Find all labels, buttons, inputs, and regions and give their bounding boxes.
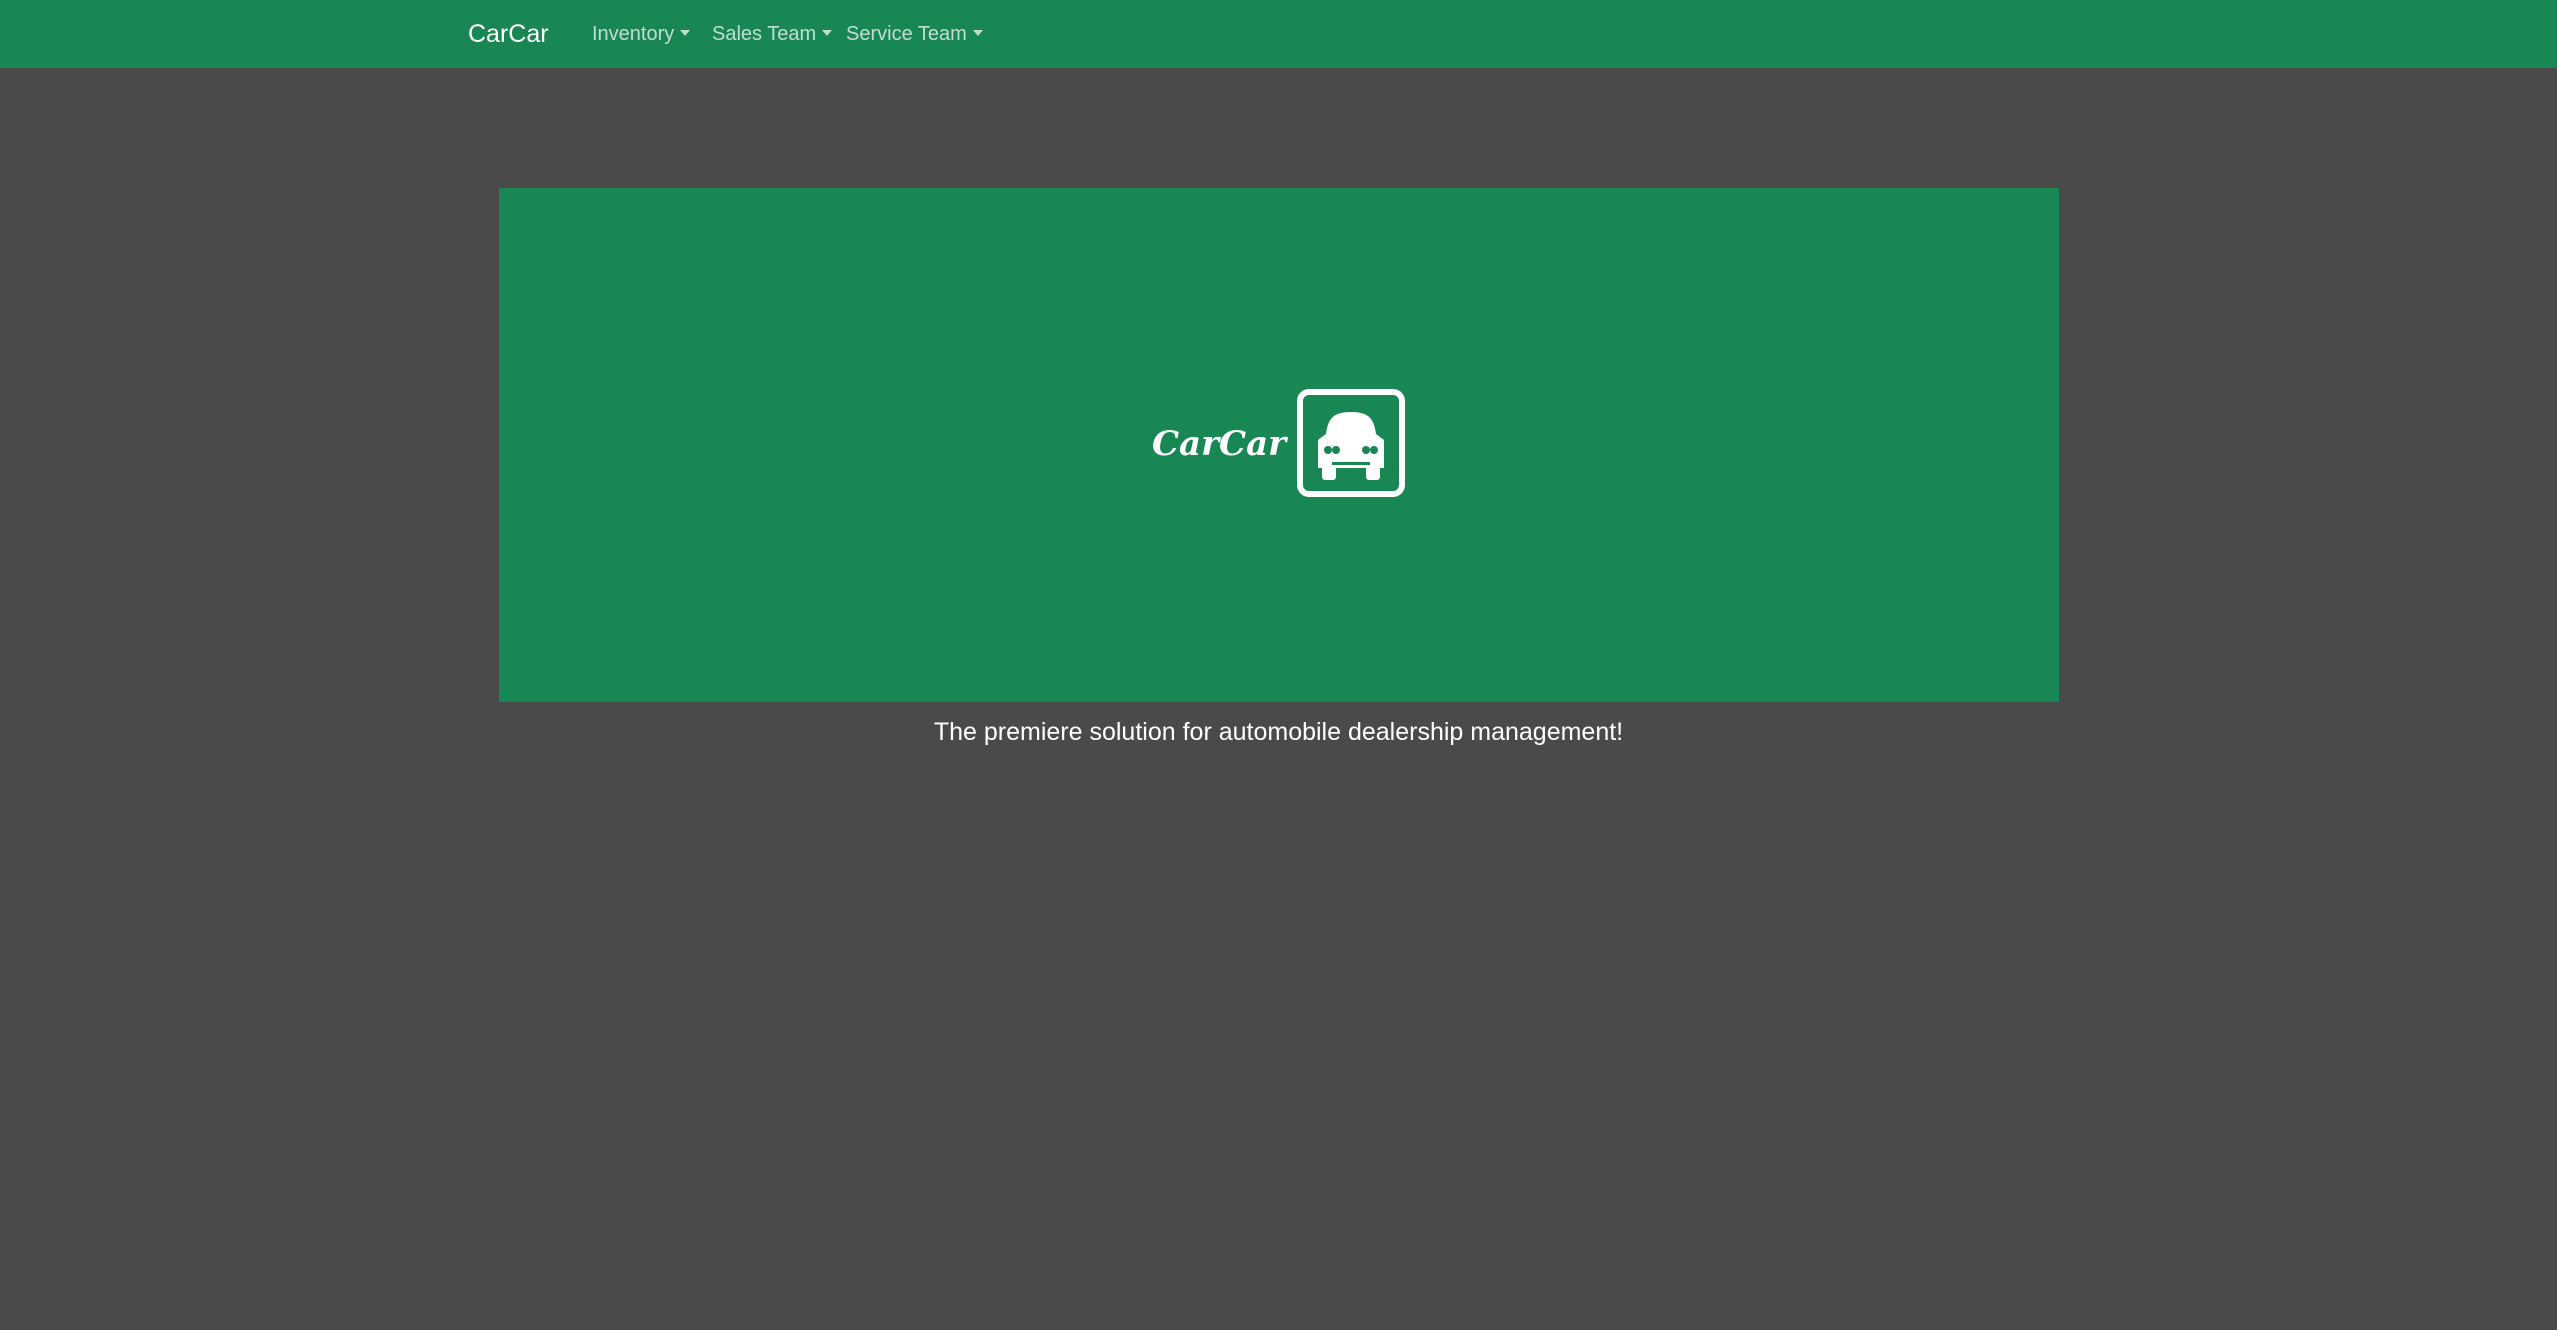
car-front-icon	[1297, 389, 1405, 497]
nav-dropdown-label: Service Team	[846, 23, 967, 45]
navbar: CarCar Inventory Sales Team Service Team	[0, 0, 2557, 68]
nav-dropdown-label: Sales Team	[712, 23, 817, 45]
nav-dropdown-sales-team[interactable]: Sales Team	[712, 20, 833, 48]
nav-dropdown-label: Inventory	[592, 23, 675, 45]
nav-dropdown-service-team[interactable]: Service Team	[846, 20, 983, 48]
hero-banner: CarCar	[499, 188, 2059, 702]
hero-tagline: The premiere solution for automobile dea…	[933, 718, 1624, 746]
caret-down-icon	[972, 30, 983, 36]
logo-text: CarCar	[1152, 424, 1287, 464]
caret-down-icon	[822, 30, 833, 36]
caret-down-icon	[680, 30, 691, 36]
nav-dropdown-inventory[interactable]: Inventory	[592, 20, 691, 48]
brand-link[interactable]: CarCar	[468, 16, 549, 52]
carcar-logo: CarCar	[1152, 388, 1412, 498]
